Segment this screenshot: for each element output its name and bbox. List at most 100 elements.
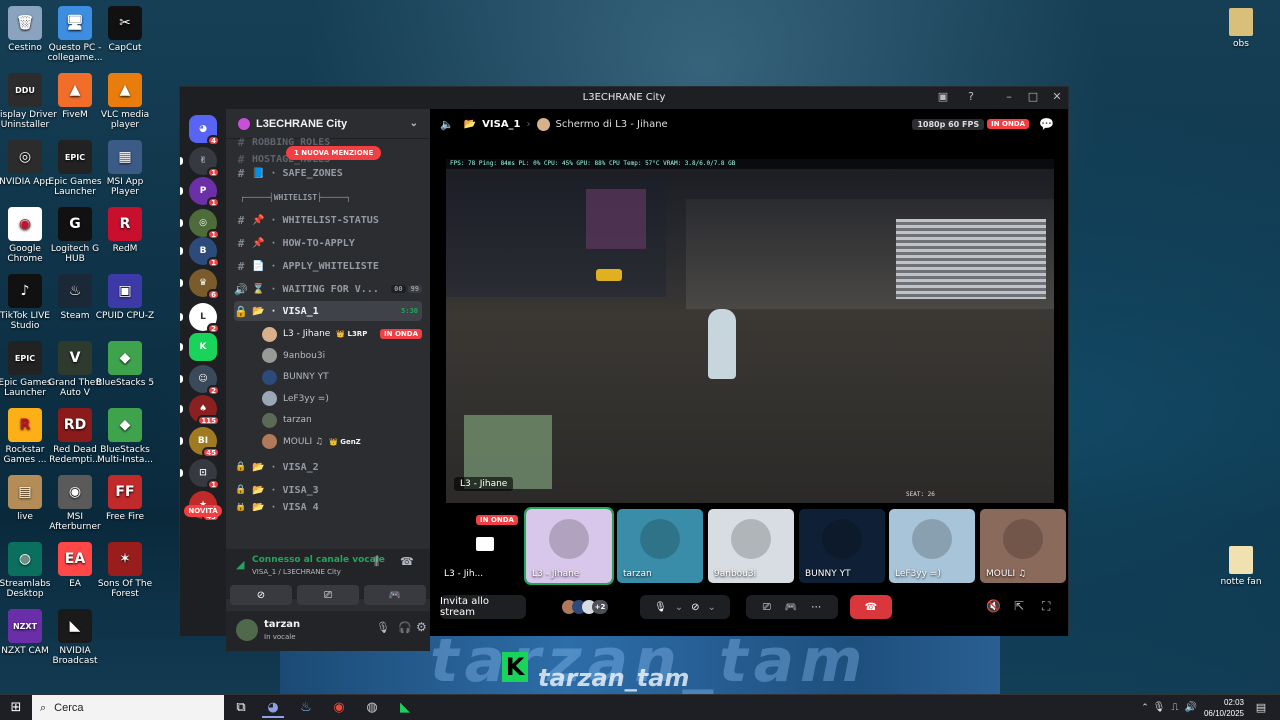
- channel-visa-4[interactable]: 🔒 📂 · VISA_4: [234, 503, 422, 511]
- camera-off-button[interactable]: ⊘: [230, 585, 292, 605]
- activity-button[interactable]: 🎮: [364, 585, 426, 605]
- fullscreen-icon[interactable]: ⛶: [1042, 599, 1050, 614]
- volume-muted-icon[interactable]: 🔇: [986, 599, 1001, 613]
- screen-share-icon[interactable]: ⎚: [763, 602, 771, 613]
- participant-tile[interactable]: MOULI ♫: [980, 509, 1066, 583]
- settings-gear-icon[interactable]: ⚙: [416, 620, 427, 634]
- nvidia-taskbar-icon[interactable]: ◣: [394, 698, 416, 718]
- disconnect-icon[interactable]: ☎: [400, 555, 414, 568]
- voice-status[interactable]: Connesso al canale vocale: [252, 555, 385, 565]
- discord-taskbar-icon[interactable]: ◕: [262, 698, 284, 718]
- server-icon-5[interactable]: ♛ 6: [189, 269, 220, 300]
- desktop-icon[interactable]: ◣ NVIDIA Broadcast: [42, 609, 108, 666]
- voice-user[interactable]: LeF3yy =): [262, 390, 422, 408]
- avatar[interactable]: [236, 619, 258, 641]
- volume-icon[interactable]: 🔊: [1180, 698, 1202, 718]
- microphone-icon[interactable]: 🎙: [654, 602, 667, 613]
- desktop-icon[interactable]: ◆ BlueStacks 5: [92, 341, 158, 388]
- participant-tile[interactable]: tarzan: [617, 509, 703, 583]
- obs-taskbar-icon[interactable]: ◍: [361, 698, 383, 718]
- participant-tile[interactable]: 9anbou3i: [708, 509, 794, 583]
- desktop-icon-obs[interactable]: obs: [1208, 8, 1274, 49]
- new-mention-banner[interactable]: 1 NUOVA MENZIONE: [286, 146, 382, 160]
- windows-start-icon[interactable]: ⊞: [5, 698, 27, 718]
- stream-channel-name[interactable]: VISA_1: [482, 119, 520, 130]
- help-icon[interactable]: ?: [962, 90, 980, 106]
- voice-user[interactable]: L3 - Jihane 👑 L3RP IN ONDA: [262, 325, 422, 343]
- search-box[interactable]: ⌕ Cerca: [32, 695, 224, 720]
- chevron-down-icon[interactable]: ⌄: [675, 602, 683, 613]
- screen-share-button[interactable]: ⎚: [297, 585, 359, 605]
- live-badge: IN ONDA: [476, 515, 518, 525]
- server-icon-6[interactable]: L2: [189, 303, 220, 334]
- news-badge[interactable]: NOVITÀ: [184, 505, 222, 517]
- epic-games-icon: EPIC: [58, 140, 92, 174]
- stream-quality-badge[interactable]: 1080p 60 FPS: [912, 118, 985, 130]
- channel-visa-2[interactable]: 🔒 📂 · VISA_2: [234, 457, 422, 477]
- inbox-icon[interactable]: ▣: [934, 90, 952, 106]
- chrome-taskbar-icon[interactable]: ◉: [328, 698, 350, 718]
- chat-icon[interactable]: 💬: [1039, 117, 1054, 131]
- channel-apply-whiteliste[interactable]: # 📄 · APPLY_WHITELISTE: [234, 256, 422, 276]
- more-options-icon[interactable]: ⋯: [811, 602, 821, 613]
- server-icon-kick[interactable]: K: [189, 333, 217, 361]
- participant-tile[interactable]: IN ONDA L3 - Jih...: [438, 509, 524, 583]
- voice-user[interactable]: MOULI ♫ 👑 GenZ: [262, 433, 422, 451]
- noise-suppression-icon[interactable]: ⫼: [374, 555, 379, 569]
- discord-home-icon[interactable]: ◕ 4: [189, 115, 220, 146]
- chevron-down-icon[interactable]: ⌄: [410, 118, 418, 129]
- channel-visa-1[interactable]: 🔒 📂 · VISA_1 5:30: [234, 301, 422, 321]
- steam-taskbar-icon[interactable]: ♨: [295, 698, 317, 718]
- desktop-icon[interactable]: FF Free Fire: [92, 475, 158, 522]
- speaker-icon[interactable]: 🔈: [440, 118, 454, 131]
- maximize-button[interactable]: □: [1024, 90, 1042, 106]
- task-view-icon[interactable]: ⧉: [230, 698, 252, 718]
- channel-category-whitelist[interactable]: ┌─────┤WHITELIST├─────┐: [234, 187, 422, 207]
- desktop-icon[interactable]: ✶ Sons Of The Forest: [92, 542, 158, 599]
- voice-user[interactable]: tarzan: [262, 411, 422, 429]
- participant-avatars[interactable]: +2: [562, 600, 622, 614]
- minimize-button[interactable]: –: [1000, 90, 1018, 106]
- desktop-icon[interactable]: ◆ BlueStacks Multi-Insta...: [92, 408, 158, 465]
- voice-user[interactable]: BUNNY YT: [262, 368, 422, 386]
- server-icon-9[interactable]: BI 45: [189, 427, 220, 458]
- leave-call-button[interactable]: ☎: [850, 595, 892, 619]
- desktop-icon-notte-fan[interactable]: notte fan: [1208, 546, 1274, 587]
- server-icon-7[interactable]: ☺ 2: [189, 365, 220, 396]
- channel-visa-3[interactable]: 🔒 📂 · VISA_3: [234, 480, 422, 500]
- desktop-icon[interactable]: ▲ VLC media player: [92, 73, 158, 130]
- participant-tile[interactable]: LeF3yy =): [889, 509, 975, 583]
- server-header[interactable]: L3ECHRANE City ⌄: [226, 109, 430, 139]
- headphones-icon[interactable]: 🎧: [398, 621, 412, 634]
- activity-icon[interactable]: 🎮: [785, 602, 797, 613]
- server-icon-10[interactable]: ⊡ 1: [189, 459, 220, 490]
- system-clock[interactable]: 02:03 06/10/2025: [1204, 697, 1244, 719]
- desktop-icon[interactable]: R RedM: [92, 207, 158, 254]
- camera-off-icon[interactable]: ⊘: [691, 602, 699, 613]
- channel-safe-zones[interactable]: # 📘 · SAFE_ZONES: [234, 163, 422, 183]
- voice-location[interactable]: VISA_1 / L3ECHRANE City: [252, 568, 341, 576]
- close-button[interactable]: ✕: [1048, 90, 1066, 106]
- channel-whitelist-status[interactable]: # 📌 · WHITELIST-STATUS: [234, 210, 422, 230]
- server-icon-3[interactable]: ◎ 1: [189, 209, 220, 240]
- desktop-icon[interactable]: ▦ MSI App Player: [92, 140, 158, 197]
- channel-waiting-for-voice[interactable]: 🔊 ⌛ · WAITING FOR V... 00 99: [234, 279, 422, 299]
- notifications-icon[interactable]: ▤: [1250, 698, 1272, 718]
- voice-user[interactable]: 9anbou3i: [262, 347, 422, 365]
- username[interactable]: tarzan: [264, 619, 300, 630]
- invite-to-stream-button[interactable]: Invita allo stream: [440, 595, 526, 619]
- server-icon-1[interactable]: ✌ 1: [189, 147, 220, 178]
- server-icon-2[interactable]: P1: [189, 177, 220, 208]
- desktop-icon[interactable]: ▣ CPUID CPU-Z: [92, 274, 158, 321]
- server-icon-4[interactable]: B1: [189, 237, 220, 268]
- popout-icon[interactable]: ⇱: [1014, 599, 1024, 613]
- desktop-icon[interactable]: ✂ CapCut: [92, 6, 158, 53]
- chevron-down-icon[interactable]: ⌄: [708, 602, 716, 613]
- channel-how-to-apply[interactable]: # 📌 · HOW-TO-APPLY: [234, 233, 422, 253]
- participant-tile[interactable]: L3 - Jihane: [524, 507, 614, 585]
- participant-tile[interactable]: BUNNY YT: [799, 509, 885, 583]
- vlc-icon: ▲: [108, 73, 142, 107]
- microphone-icon[interactable]: 🎙: [376, 621, 390, 634]
- server-icon-8[interactable]: ♠ 115: [189, 395, 220, 426]
- stream-video[interactable]: FPS: 78 Ping: 84ms PL: 0% CPU: 45% GPU: …: [446, 159, 1054, 503]
